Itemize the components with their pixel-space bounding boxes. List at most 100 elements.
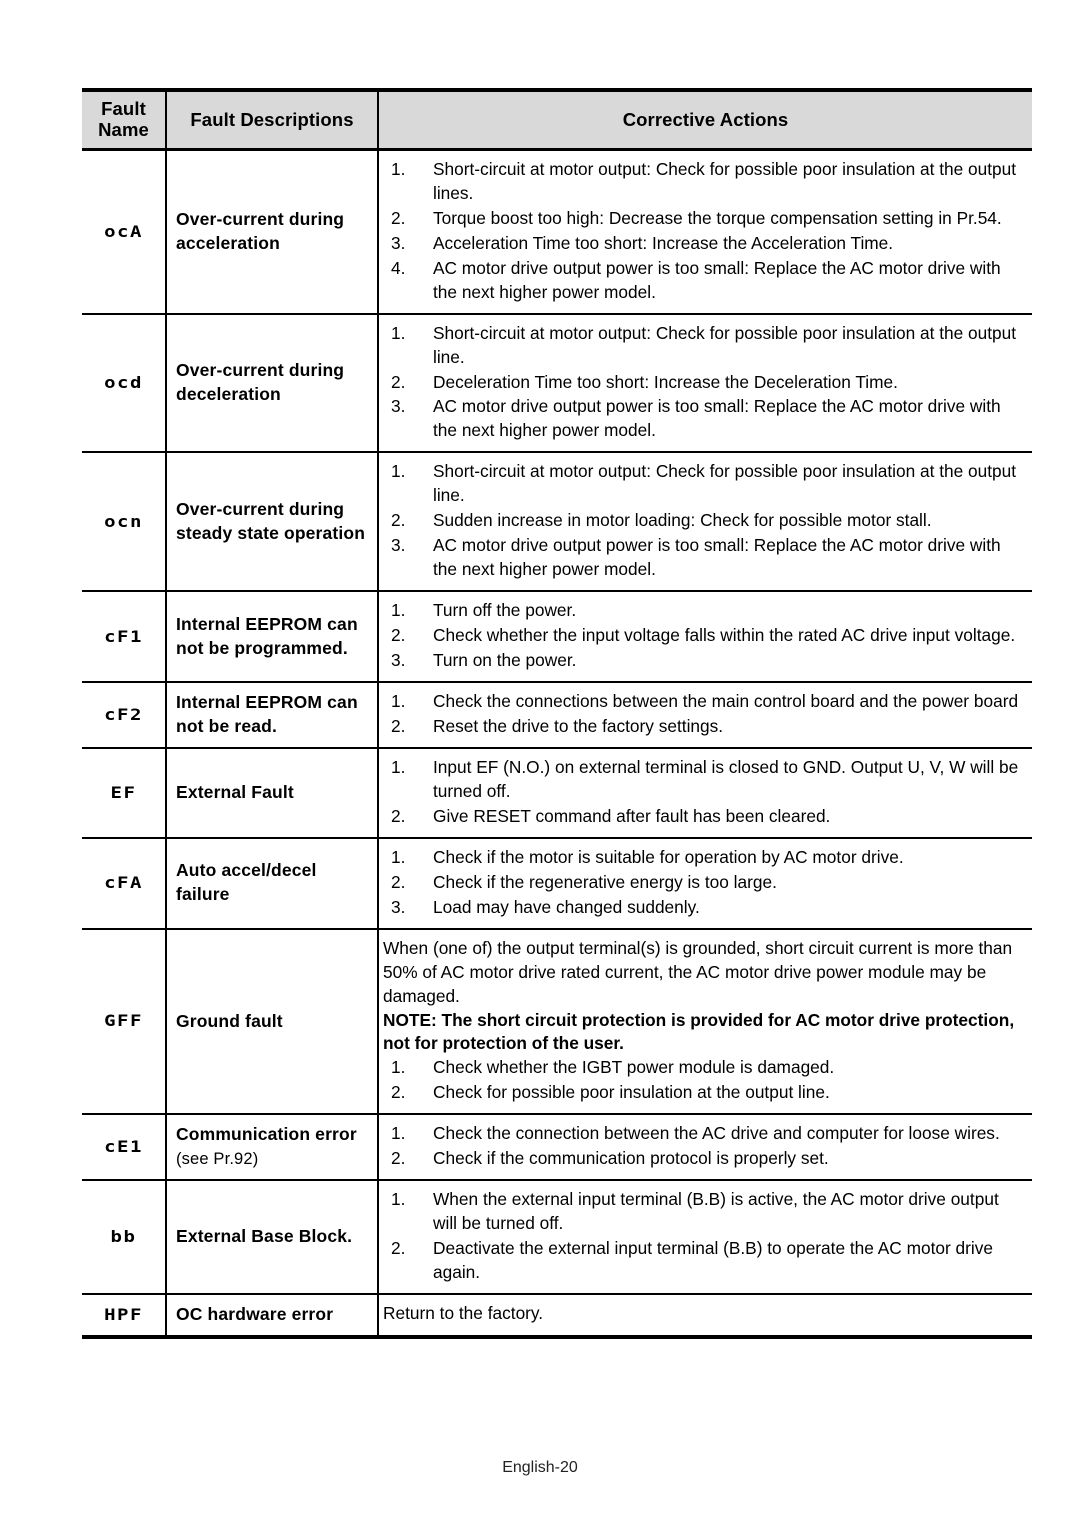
- corrective-action-paragraph: Return to the factory.: [383, 1303, 544, 1324]
- fault-description-cell: OC hardware error: [166, 1294, 379, 1339]
- fault-code-cell: cF1: [82, 591, 167, 684]
- corrective-action-item: Turn off the power.: [391, 599, 577, 623]
- corrective-action-item: Short-circuit at motor output: Check for…: [391, 322, 1017, 367]
- fault-code-cell: HPF: [82, 1294, 167, 1339]
- corrective-action-item: Reset the drive to the factory settings.: [391, 715, 724, 739]
- table-row: EF External Fault Input EF (N.O.) on exter…: [82, 747, 1032, 839]
- table-row: HPF OC hardware error Return to the factor…: [82, 1294, 1032, 1339]
- corrective-action-item: Short-circuit at motor output: Check for…: [391, 460, 1017, 506]
- fault-description-text: OC hardware error: [176, 1304, 334, 1325]
- seven-segment-fault-code: cFA: [104, 873, 143, 893]
- table-header: Fault Name Fault Descriptions Corrective…: [82, 87, 1032, 151]
- corrective-actions-list: Input EF (N.O.) on external terminal is …: [383, 756, 1026, 829]
- corrective-actions-cell: Short-circuit at motor output: Check for…: [378, 313, 1032, 454]
- fault-description-cell: Internal EEPROM can not be programmed.: [166, 591, 379, 684]
- corrective-action-item: AC motor drive output power is too small…: [391, 534, 1001, 580]
- corrective-actions-list: Check the connections between the main c…: [383, 690, 1026, 739]
- corrective-action-item: Check if the motor is suitable for opera…: [391, 846, 904, 870]
- document-page: Fault Name Fault Descriptions Corrective…: [0, 0, 1080, 1534]
- fault-description-note: (see Pr.92): [176, 1150, 259, 1169]
- corrective-action-item: AC motor drive output power is too small…: [391, 395, 1001, 441]
- fault-code-cell: EF: [82, 747, 167, 839]
- seven-segment-fault-code: GFF: [104, 1012, 143, 1031]
- table-header-row: Fault Name Fault Descriptions Corrective…: [82, 87, 1032, 151]
- table-row: cF1 Internal EEPROM can not be programmed…: [82, 591, 1032, 684]
- fault-description-text: Internal EEPROM can not be read.: [176, 692, 358, 736]
- fault-description-text: External Fault: [176, 781, 294, 802]
- corrective-actions-cell: When (one of) the output terminal(s) is …: [378, 928, 1032, 1116]
- corrective-actions-cell: When the external input terminal (B.B) i…: [378, 1180, 1032, 1296]
- corrective-actions-cell: Check the connections between the main c…: [378, 682, 1032, 749]
- fault-code-cell: ocn: [82, 452, 167, 593]
- corrective-action-item: Check the connections between the main c…: [391, 690, 1019, 714]
- corrective-action-item: Check whether the input voltage falls wi…: [391, 624, 1016, 648]
- corrective-actions-cell: Short-circuit at motor output: Check for…: [378, 452, 1032, 593]
- corrective-actions-cell: Turn off the power. Check whether the inp…: [378, 591, 1032, 684]
- corrective-action-item: Deactivate the external input terminal (…: [391, 1237, 993, 1283]
- table-body: ocA Over-current during acceleration Short…: [82, 149, 1032, 1339]
- corrective-action-item: Check if the communication protocol is p…: [391, 1147, 829, 1171]
- corrective-actions-cell: Check the connection between the AC driv…: [378, 1114, 1032, 1182]
- corrective-action-item: Acceleration Time too short: Increase th…: [391, 232, 894, 256]
- corrective-action-item: Check whether the IGBT power module is d…: [391, 1056, 835, 1080]
- corrective-action-note: NOTE: The short circuit protection is pr…: [383, 1009, 1015, 1054]
- fault-description-cell: Ground fault: [166, 928, 379, 1116]
- fault-description-text: Communication error (see Pr.92): [176, 1124, 357, 1169]
- seven-segment-fault-code: HPF: [104, 1305, 143, 1325]
- column-header-fault-name: Fault Name: [82, 87, 167, 151]
- fault-code-cell: cF2: [82, 682, 167, 749]
- fault-description-text: Auto accel/decel failure: [176, 860, 317, 905]
- seven-segment-fault-code: bb: [110, 1227, 137, 1247]
- corrective-action-item: Turn on the power.: [391, 649, 577, 673]
- fault-description-text: Internal EEPROM can not be programmed.: [176, 613, 358, 658]
- fault-description-text: External Base Block.: [176, 1226, 353, 1247]
- corrective-action-item: Load may have changed suddenly.: [391, 896, 700, 920]
- fault-code-cell: ocA: [82, 149, 167, 315]
- fault-description-text: Over-current during steady state operati…: [176, 498, 366, 543]
- column-header-corrective-actions: Corrective Actions: [378, 87, 1032, 151]
- fault-code-cell: cFA: [82, 837, 167, 930]
- fault-description-text: Over-current during acceleration: [176, 208, 345, 253]
- corrective-actions-cell: Short-circuit at motor output: Check for…: [378, 149, 1032, 315]
- corrective-action-item: AC motor drive output power is too small…: [391, 257, 1001, 302]
- corrective-action-item: Torque boost too high: Decrease the torq…: [391, 207, 1002, 231]
- corrective-actions-list: Check whether the IGBT power module is d…: [383, 1056, 1026, 1105]
- corrective-actions-list: Short-circuit at motor output: Check for…: [383, 158, 1026, 305]
- table-row: bb External Base Block. When the external …: [82, 1180, 1032, 1296]
- fault-description-cell: Internal EEPROM can not be read.: [166, 682, 379, 749]
- corrective-action-paragraph: When (one of) the output terminal(s) is …: [383, 937, 1013, 1006]
- table-row: GFF Ground fault When (one of) the output …: [82, 928, 1032, 1116]
- column-header-fault-name-line1: Fault: [101, 98, 146, 119]
- corrective-actions-list: Short-circuit at motor output: Check for…: [383, 460, 1026, 582]
- corrective-actions-list: When the external input terminal (B.B) i…: [383, 1188, 1026, 1285]
- fault-code-cell: bb: [82, 1180, 167, 1296]
- corrective-action-item: Check for possible poor insulation at th…: [391, 1081, 830, 1105]
- table-row: cFA Auto accel/decel failure Check if the …: [82, 837, 1032, 930]
- table-row: ocn Over-current during steady state oper…: [82, 452, 1032, 593]
- corrective-actions-cell: Return to the factory.: [378, 1294, 1032, 1339]
- fault-description-cell: Over-current during acceleration: [166, 149, 379, 315]
- fault-description-cell: Communication error (see Pr.92): [166, 1114, 379, 1182]
- corrective-actions-list: Check the connection between the AC driv…: [383, 1122, 1026, 1171]
- table-row: cF2 Internal EEPROM can not be read. Check…: [82, 682, 1032, 749]
- corrective-actions-list: Check if the motor is suitable for opera…: [383, 846, 1026, 920]
- seven-segment-fault-code: cE1: [104, 1137, 143, 1157]
- corrective-action-item: Sudden increase in motor loading: Check …: [391, 509, 932, 533]
- corrective-action-item: Input EF (N.O.) on external terminal is …: [391, 756, 1019, 801]
- fault-description-text: Over-current during deceleration: [176, 360, 345, 404]
- fault-code-cell: cE1: [82, 1114, 167, 1182]
- corrective-actions-list: Short-circuit at motor output: Check for…: [383, 322, 1026, 444]
- table-row: cE1 Communication error (see Pr.92) Check …: [82, 1114, 1032, 1182]
- seven-segment-fault-code: ocd: [104, 373, 143, 393]
- corrective-action-item: Deceleration Time too short: Increase th…: [391, 371, 898, 395]
- fault-description-text: Ground fault: [176, 1010, 283, 1031]
- corrective-action-item: Short-circuit at motor output: Check for…: [391, 158, 1017, 203]
- fault-description-cell: External Fault: [166, 747, 379, 839]
- seven-segment-fault-code: EF: [110, 783, 137, 803]
- seven-segment-fault-code: ocA: [104, 222, 143, 242]
- column-header-fault-descriptions: Fault Descriptions: [166, 87, 379, 151]
- seven-segment-fault-code: ocn: [104, 512, 143, 532]
- page-footer: English-20: [502, 1459, 578, 1476]
- corrective-action-item: Check if the regenerative energy is too …: [391, 871, 777, 895]
- seven-segment-fault-code: cF1: [104, 627, 143, 647]
